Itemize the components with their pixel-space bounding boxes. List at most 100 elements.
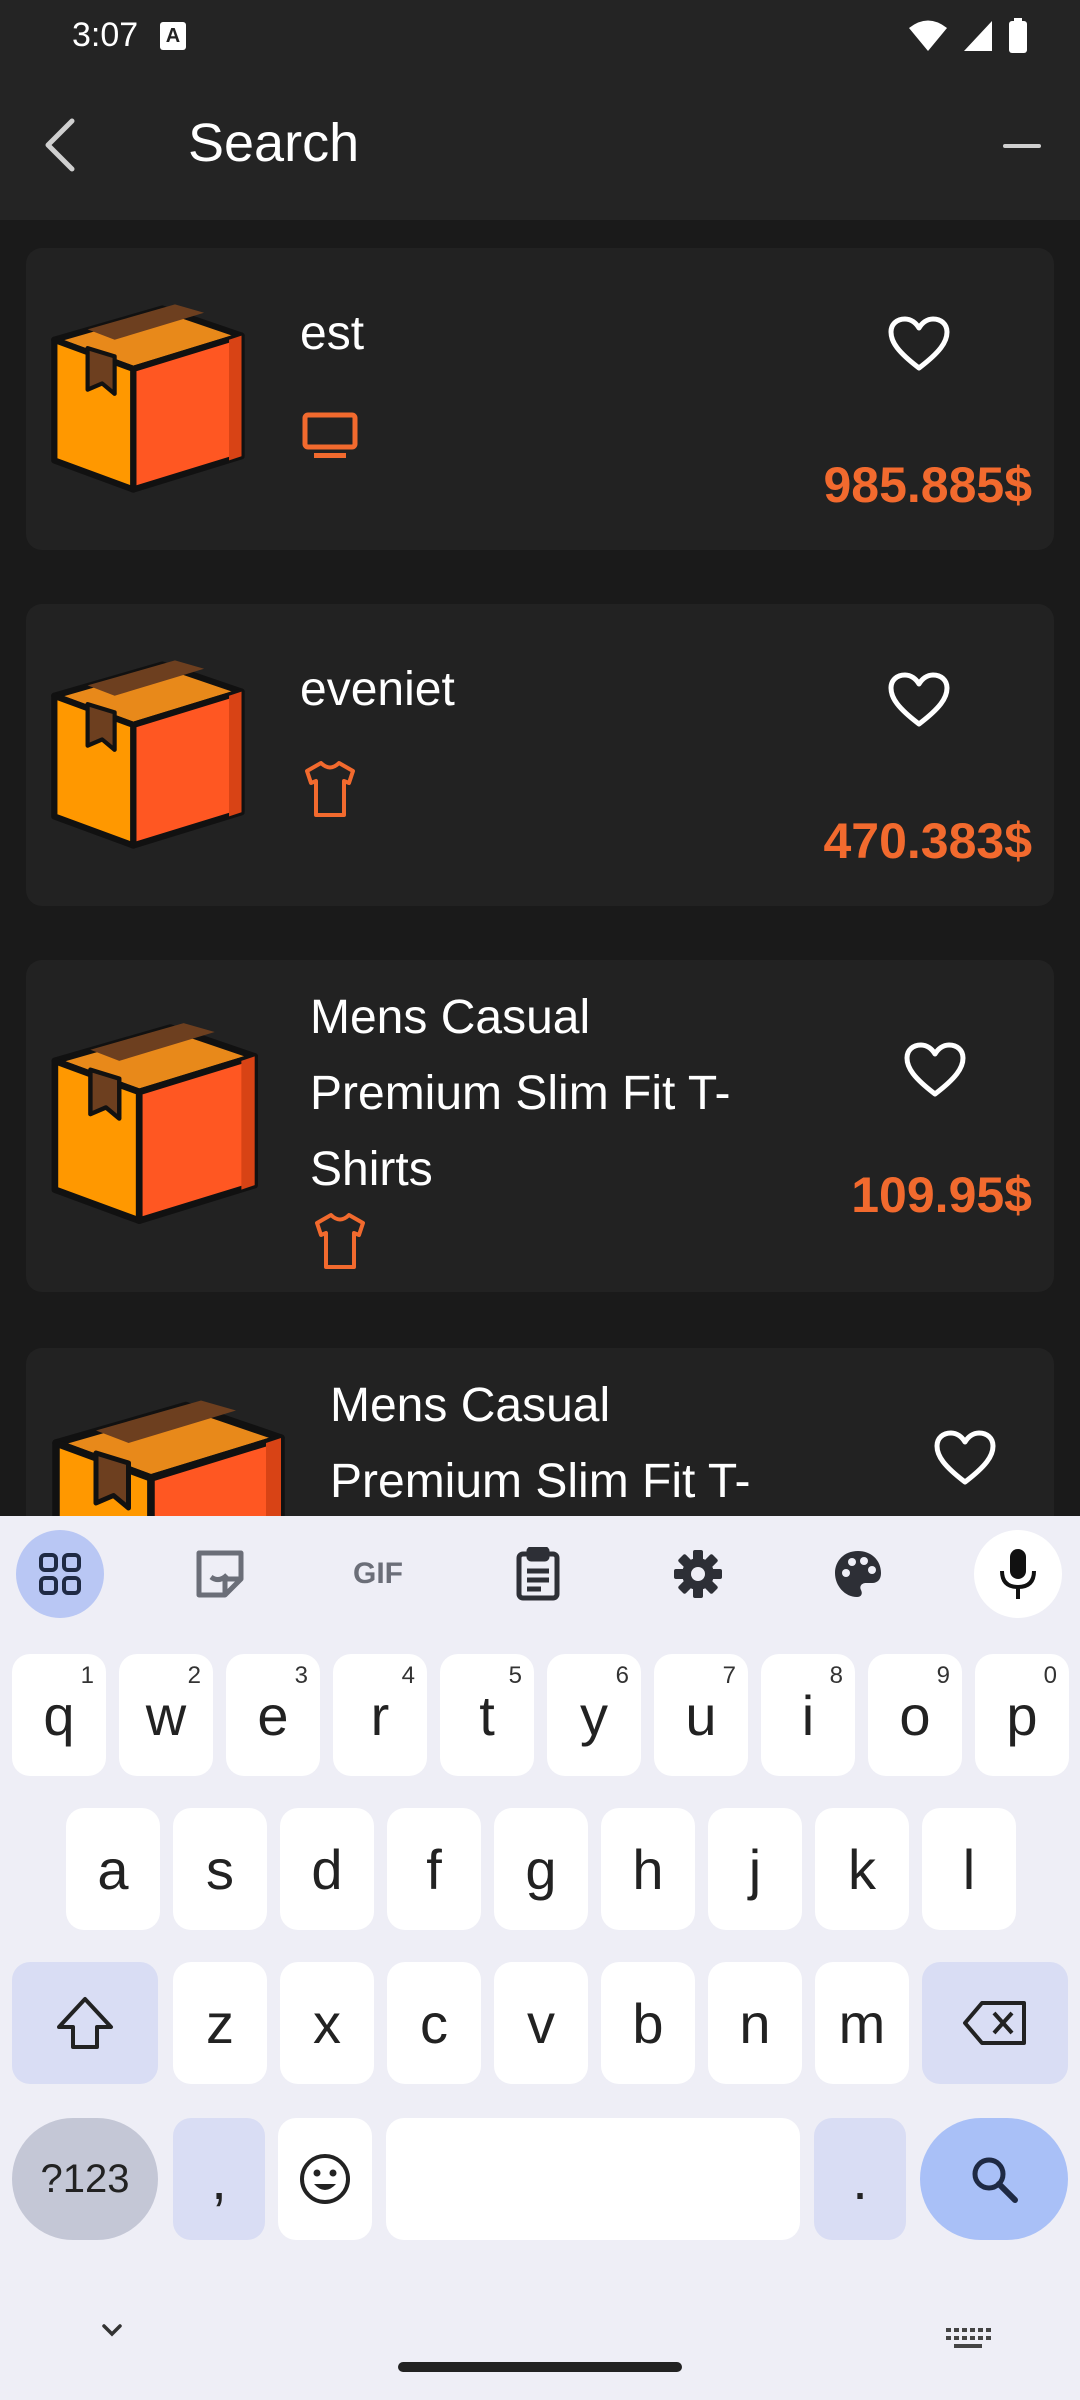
key-t[interactable]: t5 [440, 1654, 534, 1776]
clipboard-icon [516, 1547, 560, 1601]
key-w[interactable]: w2 [119, 1654, 213, 1776]
gesture-navigation-bar[interactable] [398, 2362, 682, 2372]
key-label: i [801, 1683, 815, 1747]
settings-icon [674, 1550, 722, 1598]
voice-input-button[interactable] [974, 1530, 1062, 1618]
battery-icon [1009, 18, 1027, 53]
key-hint: 0 [1043, 1662, 1057, 1689]
product-price: 109.95$ [851, 1167, 1032, 1223]
key-label: e [257, 1683, 289, 1747]
shift-icon [57, 1997, 113, 2049]
key-c[interactable]: c [387, 1962, 481, 2084]
key-label: n [739, 1991, 771, 2055]
key-label: y [580, 1683, 608, 1747]
key-label: t [479, 1683, 495, 1747]
key-label: s [206, 1837, 234, 1901]
keyboard-toolbar: GIF [0, 1516, 1080, 1626]
clipboard-button[interactable] [494, 1530, 582, 1618]
status-icons [908, 16, 1028, 56]
key-label: z [206, 1991, 234, 2055]
key-u[interactable]: u7 [654, 1654, 748, 1776]
key-z[interactable]: z [173, 1962, 267, 2084]
shift-key[interactable] [12, 1962, 158, 2084]
key-label: w [145, 1683, 187, 1747]
key-f[interactable]: f [387, 1808, 481, 1930]
product-card[interactable]: Mens Casual Premium Slim Fit T- Shirts 1… [26, 960, 1054, 1292]
key-label: j [748, 1837, 762, 1901]
key-j[interactable]: j [708, 1808, 802, 1930]
key-e[interactable]: e3 [226, 1654, 320, 1776]
key-g[interactable]: g [494, 1808, 588, 1930]
hide-keyboard-button[interactable] [90, 2316, 134, 2346]
key-label: c [420, 1991, 448, 2055]
settings-button[interactable] [654, 1530, 742, 1618]
key-h[interactable]: h [601, 1808, 695, 1930]
key-label: ?123 [40, 2156, 130, 2201]
gif-label: GIF [353, 1557, 403, 1590]
key-label: l [962, 1837, 976, 1901]
search-icon [972, 2157, 1018, 2203]
key-label: q [43, 1683, 75, 1747]
page-title: Search [188, 113, 360, 173]
key-x[interactable]: x [280, 1962, 374, 2084]
theme-button[interactable] [814, 1530, 902, 1618]
key-b[interactable]: b [601, 1962, 695, 2084]
key-v[interactable]: v [494, 1962, 588, 2084]
apps-button[interactable] [16, 1530, 104, 1618]
key-l[interactable]: l [922, 1808, 1016, 1930]
key-m[interactable]: m [815, 1962, 909, 2084]
key-hint: 9 [936, 1662, 950, 1689]
key-o[interactable]: o9 [868, 1654, 962, 1776]
key-n[interactable]: n [708, 1962, 802, 2084]
product-card[interactable]: est 985.885$ [26, 248, 1054, 550]
notification-icon: A [160, 22, 186, 50]
product-list[interactable]: est 985.885$ eveniet 470.383$ Mens Casua… [0, 220, 1080, 1516]
key-a[interactable]: a [66, 1808, 160, 1930]
emoji-key[interactable] [278, 2118, 372, 2240]
favorite-icon[interactable] [934, 1430, 996, 1486]
package-box-icon [51, 1023, 259, 1225]
back-button[interactable] [30, 112, 90, 178]
product-card[interactable]: Mens Casual Premium Slim Fit T- [26, 1348, 1054, 1516]
key-hint: 6 [615, 1662, 629, 1689]
key-label: f [426, 1837, 442, 1901]
keyboard-switch-button[interactable] [944, 2324, 992, 2352]
mic-icon [1000, 1549, 1036, 1599]
favorite-icon[interactable] [904, 1042, 966, 1098]
product-name: eveniet [300, 663, 455, 716]
product-name-line: Mens Casual [310, 991, 591, 1044]
search-key[interactable] [920, 2118, 1068, 2240]
product-name: est [300, 307, 365, 360]
key-k[interactable]: k [815, 1808, 909, 1930]
gif-button[interactable]: GIF [334, 1530, 422, 1618]
key-label: h [632, 1837, 664, 1901]
favorite-icon[interactable] [888, 672, 950, 728]
palette-icon [835, 1551, 881, 1597]
product-name: Mens Casual Premium Slim Fit T- [330, 1368, 750, 1516]
key-r[interactable]: r4 [333, 1654, 427, 1776]
sticker-button[interactable] [176, 1530, 264, 1618]
key-hint: 5 [508, 1662, 522, 1689]
key-p[interactable]: p0 [975, 1654, 1069, 1776]
key-hint: 2 [187, 1662, 201, 1689]
key-s[interactable]: s [173, 1808, 267, 1930]
product-name-line: Premium Slim Fit T- [310, 1067, 731, 1120]
minus-button[interactable] [994, 122, 1050, 170]
period-key[interactable]: . [814, 2118, 906, 2240]
backspace-key[interactable] [922, 1962, 1068, 2084]
key-label: x [313, 1991, 341, 2055]
key-i[interactable]: i8 [761, 1654, 855, 1776]
key-d[interactable]: d [280, 1808, 374, 1930]
favorite-icon[interactable] [888, 316, 950, 372]
key-q[interactable]: q1 [12, 1654, 106, 1776]
key-hint: 3 [294, 1662, 308, 1689]
key-y[interactable]: y6 [547, 1654, 641, 1776]
key-label: d [311, 1837, 343, 1901]
symbols-key[interactable]: ?123 [12, 2118, 158, 2240]
soft-keyboard: GIF q 1 w 2 e 3 r 4 t 5 y 6 u 7 i 8 o 9 … [0, 1516, 1080, 2400]
product-card[interactable]: eveniet 470.383$ [26, 604, 1054, 906]
comma-key[interactable]: , [173, 2118, 265, 2240]
wifi-icon [909, 20, 947, 51]
product-price: 470.383$ [823, 813, 1032, 869]
space-key[interactable] [386, 2118, 800, 2240]
